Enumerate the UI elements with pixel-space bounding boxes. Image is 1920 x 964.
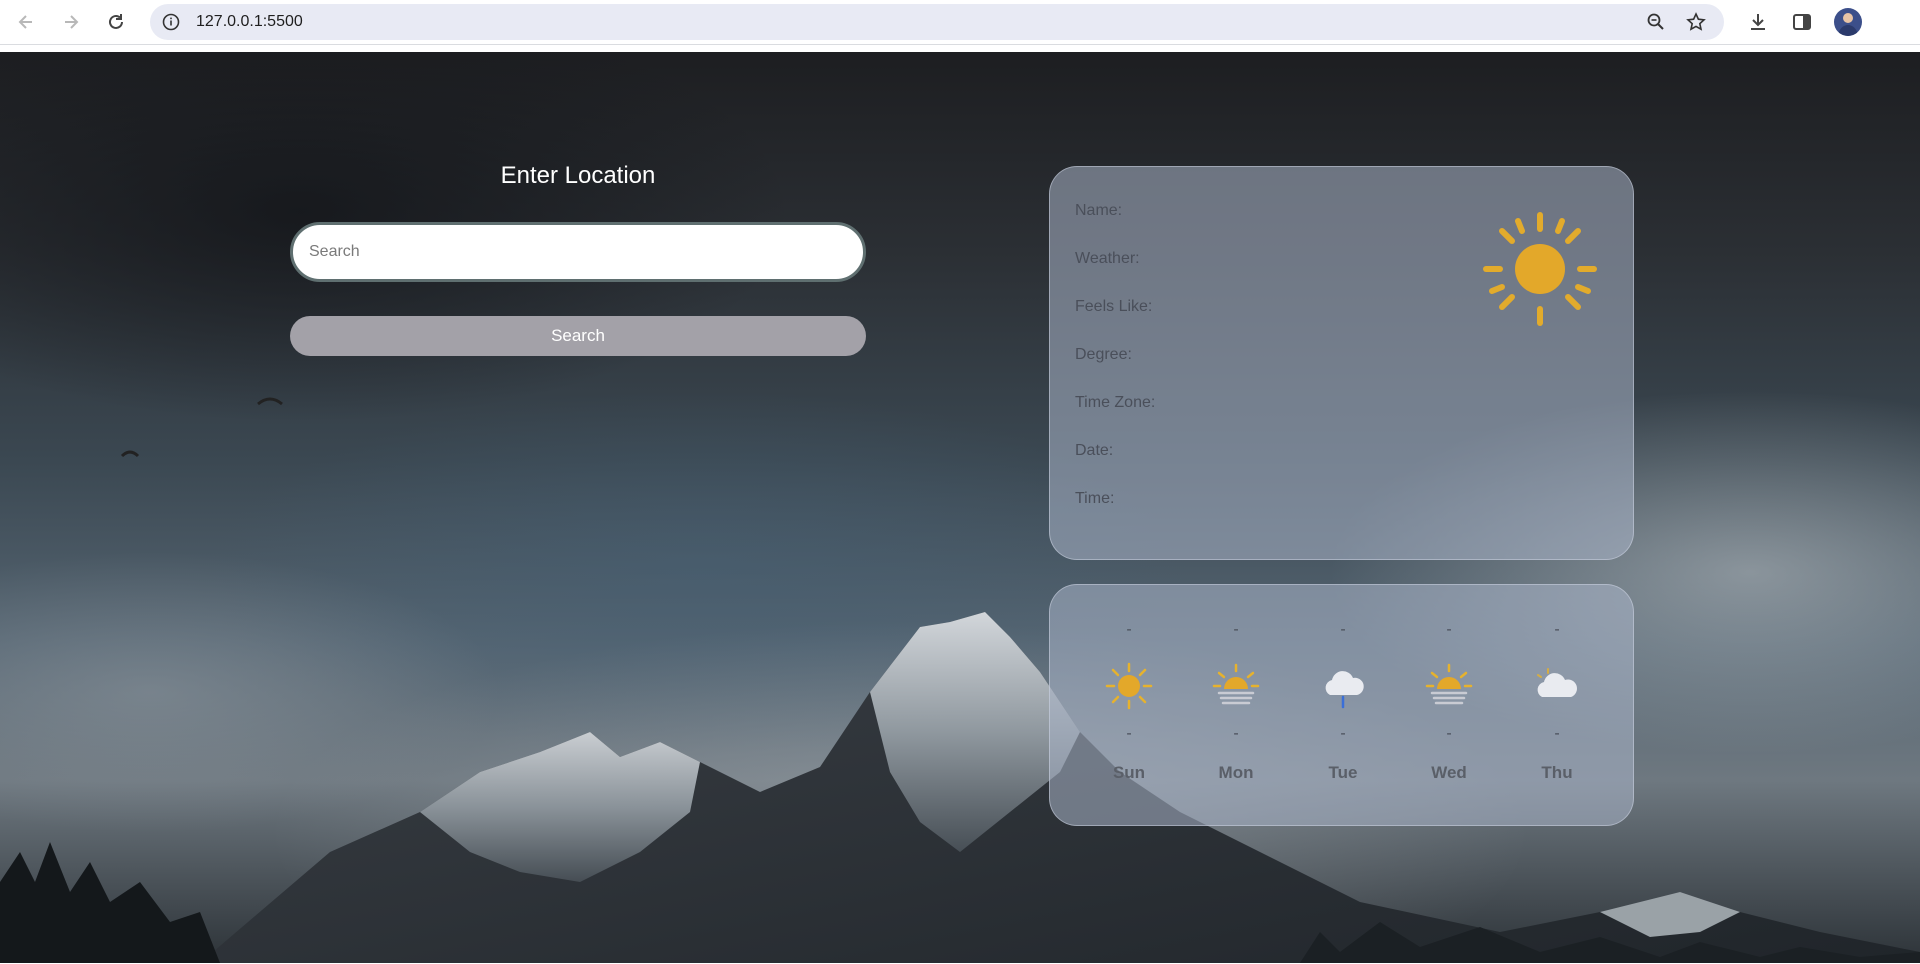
time-label: Time: (1075, 490, 1115, 507)
forecast-day-name: Mon (1218, 763, 1254, 782)
forward-button[interactable] (55, 6, 87, 38)
search-button[interactable]: Search (290, 316, 866, 356)
back-button[interactable] (10, 6, 42, 38)
forecast-mid-value: - (1233, 725, 1239, 742)
degree-label: Degree: (1075, 346, 1132, 363)
forecast-day: - - Sun (1089, 585, 1169, 827)
location-heading: Enter Location (500, 162, 656, 189)
name-label: Name: (1075, 202, 1123, 219)
page-viewport: Enter Location Search Name: Weather: Fee… (0, 52, 1920, 963)
forecast-card: - - Sun - - Mon - - Tue - - Wed - - Thu (1049, 584, 1634, 826)
time-zone-label: Time Zone: (1075, 394, 1156, 411)
forecast-day-name: Wed (1431, 763, 1467, 782)
site-info-icon[interactable] (162, 13, 180, 31)
forecast-top-value: - (1340, 621, 1346, 638)
profile-avatar[interactable] (1834, 8, 1862, 36)
forecast-day-name: Sun (1112, 763, 1146, 782)
back-arrow-icon (18, 15, 32, 29)
feels-like-label: Feels Like: (1075, 298, 1153, 315)
download-icon[interactable] (1746, 10, 1770, 34)
current-weather-card: Name: Weather: Feels Like: Degree: Time … (1049, 166, 1634, 560)
cloud-icon (1537, 668, 1578, 697)
side-panel-icon[interactable] (1790, 10, 1814, 34)
forecast-top-value: - (1554, 621, 1560, 638)
forecast-mid-value: - (1126, 725, 1132, 742)
weather-label: Weather: (1075, 250, 1140, 267)
sun-haze-icon (1212, 663, 1260, 705)
sun-icon (1483, 212, 1597, 326)
sun-icon (1105, 662, 1153, 710)
forecast-day: - - Wed (1409, 585, 1489, 827)
forecast-top-value: - (1126, 621, 1132, 638)
forecast-mid-value: - (1340, 725, 1346, 742)
cloud-rain-icon (1325, 671, 1364, 709)
forward-arrow-icon (65, 15, 79, 29)
forecast-top-value: - (1446, 621, 1452, 638)
forecast-day-name: Thu (1541, 763, 1573, 782)
reload-icon (109, 14, 123, 29)
forecast-day: - - Mon (1196, 585, 1276, 827)
browser-toolbar: 127.0.0.1:5500 (0, 0, 1920, 45)
forecast-mid-value: - (1446, 725, 1452, 742)
bookmark-star-icon[interactable] (1686, 12, 1706, 32)
forecast-day: - - Thu (1517, 585, 1597, 827)
url-text: 127.0.0.1:5500 (196, 13, 303, 30)
forecast-mid-value: - (1554, 725, 1560, 742)
address-bar[interactable]: 127.0.0.1:5500 (150, 4, 1724, 40)
reload-button[interactable] (100, 6, 132, 38)
forecast-top-value: - (1233, 621, 1239, 638)
forecast-day-name: Tue (1328, 763, 1358, 782)
zoom-icon[interactable] (1646, 12, 1666, 32)
sun-haze-icon (1425, 663, 1473, 705)
forecast-day: - - Tue (1303, 585, 1383, 827)
avatar-icon (1838, 13, 1858, 36)
search-input[interactable] (290, 222, 866, 282)
date-label: Date: (1075, 442, 1114, 459)
